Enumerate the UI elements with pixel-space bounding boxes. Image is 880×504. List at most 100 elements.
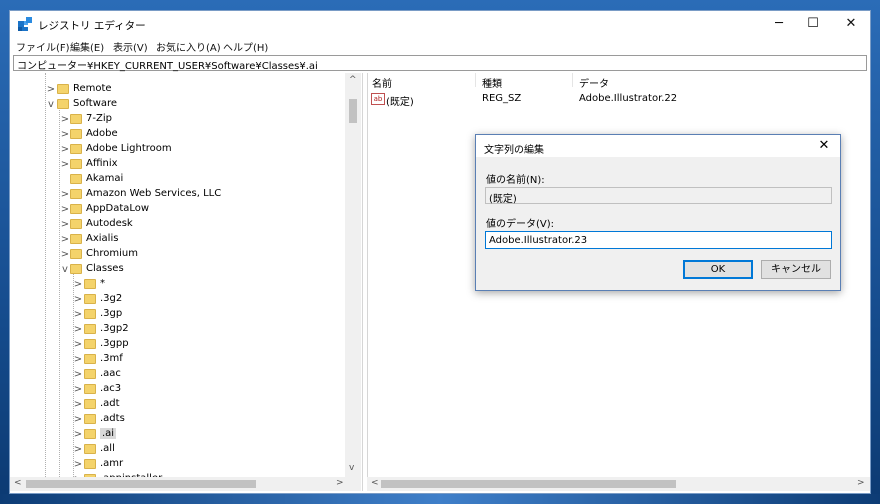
column-header-data[interactable]: データ [579,75,609,90]
expand-chevron-icon[interactable]: > [73,412,83,427]
collapse-chevron-icon[interactable]: v [46,97,56,112]
folder-icon [84,384,96,394]
title-bar[interactable]: レジストリ エディター ─ ☐ ✕ [10,11,870,37]
address-bar[interactable]: コンピューター¥HKEY_CURRENT_USER¥Software¥Class… [13,55,867,72]
value-type: REG_SZ [482,93,522,104]
tree-item[interactable]: > .all [10,442,350,457]
scroll-right-arrow-icon[interactable]: > [857,478,865,488]
scroll-up-arrow-icon[interactable]: ^ [349,75,357,85]
tree-item[interactable]: > .3mf [10,352,350,367]
dialog-title-bar[interactable]: 文字列の編集 ✕ [476,135,840,157]
tree-item[interactable]: > .adts [10,412,350,427]
tree-item[interactable]: > .3g2 [10,292,350,307]
menu-help[interactable]: ヘルプ(H) [223,39,268,54]
tree-item-label: Affinix [86,158,118,169]
tree-item-label: .3g2 [100,293,123,304]
expand-chevron-icon[interactable]: > [60,187,70,202]
expand-chevron-icon[interactable]: > [60,112,70,127]
expand-chevron-icon[interactable]: > [60,247,70,262]
list-horizontal-scrollbar[interactable]: < > [367,477,870,491]
scroll-left-arrow-icon[interactable]: < [371,478,379,488]
close-button[interactable]: ✕ [828,11,874,37]
expand-chevron-icon[interactable]: > [73,307,83,322]
expand-chevron-icon[interactable]: > [73,457,83,472]
expand-chevron-icon[interactable]: > [73,277,83,292]
tree-item[interactable]: > .ac3 [10,382,350,397]
menu-file[interactable]: ファイル(F) [16,39,70,54]
tree-item[interactable]: v Classes [10,262,350,277]
column-header-type[interactable]: 種類 [482,75,502,90]
tree-item[interactable]: > .aac [10,367,350,382]
tree-item-label: Chromium [86,248,138,259]
folder-icon [70,159,82,169]
tree-item[interactable]: Akamai [10,172,350,187]
ok-button[interactable]: OK [683,260,753,279]
tree-vertical-scroll-thumb[interactable] [349,99,357,123]
expand-chevron-icon[interactable]: > [73,292,83,307]
scroll-down-arrow-icon[interactable]: v [349,463,354,473]
folder-icon [70,264,82,274]
expand-chevron-icon[interactable]: > [60,142,70,157]
scroll-right-arrow-icon[interactable]: > [336,478,344,488]
tree-item[interactable]: > Adobe Lightroom [10,142,350,157]
tree-item[interactable]: > AppDataLow [10,202,350,217]
tree-item[interactable]: > .ai [10,427,350,442]
value-name-field: (既定) [485,187,832,205]
expand-chevron-icon[interactable]: > [60,217,70,232]
menu-edit[interactable]: 編集(E) [70,39,104,54]
tree-item-label: Akamai [86,173,124,184]
expand-chevron-icon[interactable]: > [73,367,83,382]
expand-chevron-icon[interactable]: > [73,427,83,442]
collapse-chevron-icon[interactable]: v [60,262,70,277]
cancel-button[interactable]: キャンセル [761,260,831,279]
tree-item[interactable]: > Affinix [10,157,350,172]
list-horizontal-scroll-thumb[interactable] [381,480,676,488]
tree-vertical-scrollbar[interactable]: ^ v [345,73,361,477]
expand-chevron-icon[interactable]: > [60,127,70,142]
folder-icon [84,444,96,454]
tree-item[interactable]: > .3gpp [10,337,350,352]
tree-item-label: Autodesk [86,218,133,229]
tree-item[interactable]: > .adt [10,397,350,412]
tree-item[interactable]: > .3gp2 [10,322,350,337]
menu-favorites[interactable]: お気に入り(A) [156,39,221,54]
tree-item[interactable]: > .amr [10,457,350,472]
expand-chevron-icon[interactable]: > [46,82,56,97]
edit-string-dialog: 文字列の編集 ✕ 値の名前(N): (既定) 値のデータ(V): OK キャンセ… [475,134,841,291]
expand-chevron-icon[interactable]: > [73,382,83,397]
value-data-input[interactable] [485,231,832,249]
tree-horizontal-scrollbar[interactable]: < > [10,477,361,491]
column-header-name[interactable]: 名前 [372,75,392,90]
tree-item[interactable]: > Remote [10,82,350,97]
expand-chevron-icon[interactable]: > [60,202,70,217]
tree-item[interactable]: > * [10,277,350,292]
scroll-left-arrow-icon[interactable]: < [14,478,22,488]
expand-chevron-icon[interactable]: > [73,352,83,367]
column-divider[interactable] [572,73,573,87]
tree-item[interactable]: > Adobe [10,127,350,142]
expand-chevron-icon[interactable]: > [73,337,83,352]
tree-item-label: .ac3 [100,383,122,394]
tree-item[interactable]: > Chromium [10,247,350,262]
dialog-close-button[interactable]: ✕ [814,137,834,155]
folder-icon [57,99,69,109]
value-row[interactable]: ab (既定) REG_SZ Adobe.Illustrator.22 [367,91,870,108]
expand-chevron-icon[interactable]: > [60,232,70,247]
column-divider[interactable] [475,73,476,87]
expand-chevron-icon[interactable]: > [60,157,70,172]
expand-chevron-icon[interactable]: > [73,442,83,457]
tree-item[interactable]: > Amazon Web Services, LLC [10,187,350,202]
tree-item[interactable]: >7-Zip [10,112,350,127]
tree-item-label: Remote [73,83,112,94]
tree-item[interactable]: > .3gp [10,307,350,322]
tree-item[interactable]: v Software [10,97,350,112]
menu-view[interactable]: 表示(V) [113,39,148,54]
registry-editor-icon [18,17,32,31]
expand-chevron-icon[interactable]: > [73,397,83,412]
tree-horizontal-scroll-thumb[interactable] [26,480,256,488]
string-value-icon: ab [371,93,385,105]
tree-item[interactable]: > Axialis [10,232,350,247]
key-tree-pane[interactable]: > Remote v Software >7-Zip > Adobe > Adobe Light… [10,73,361,477]
expand-chevron-icon[interactable]: > [73,322,83,337]
tree-item[interactable]: > Autodesk [10,217,350,232]
